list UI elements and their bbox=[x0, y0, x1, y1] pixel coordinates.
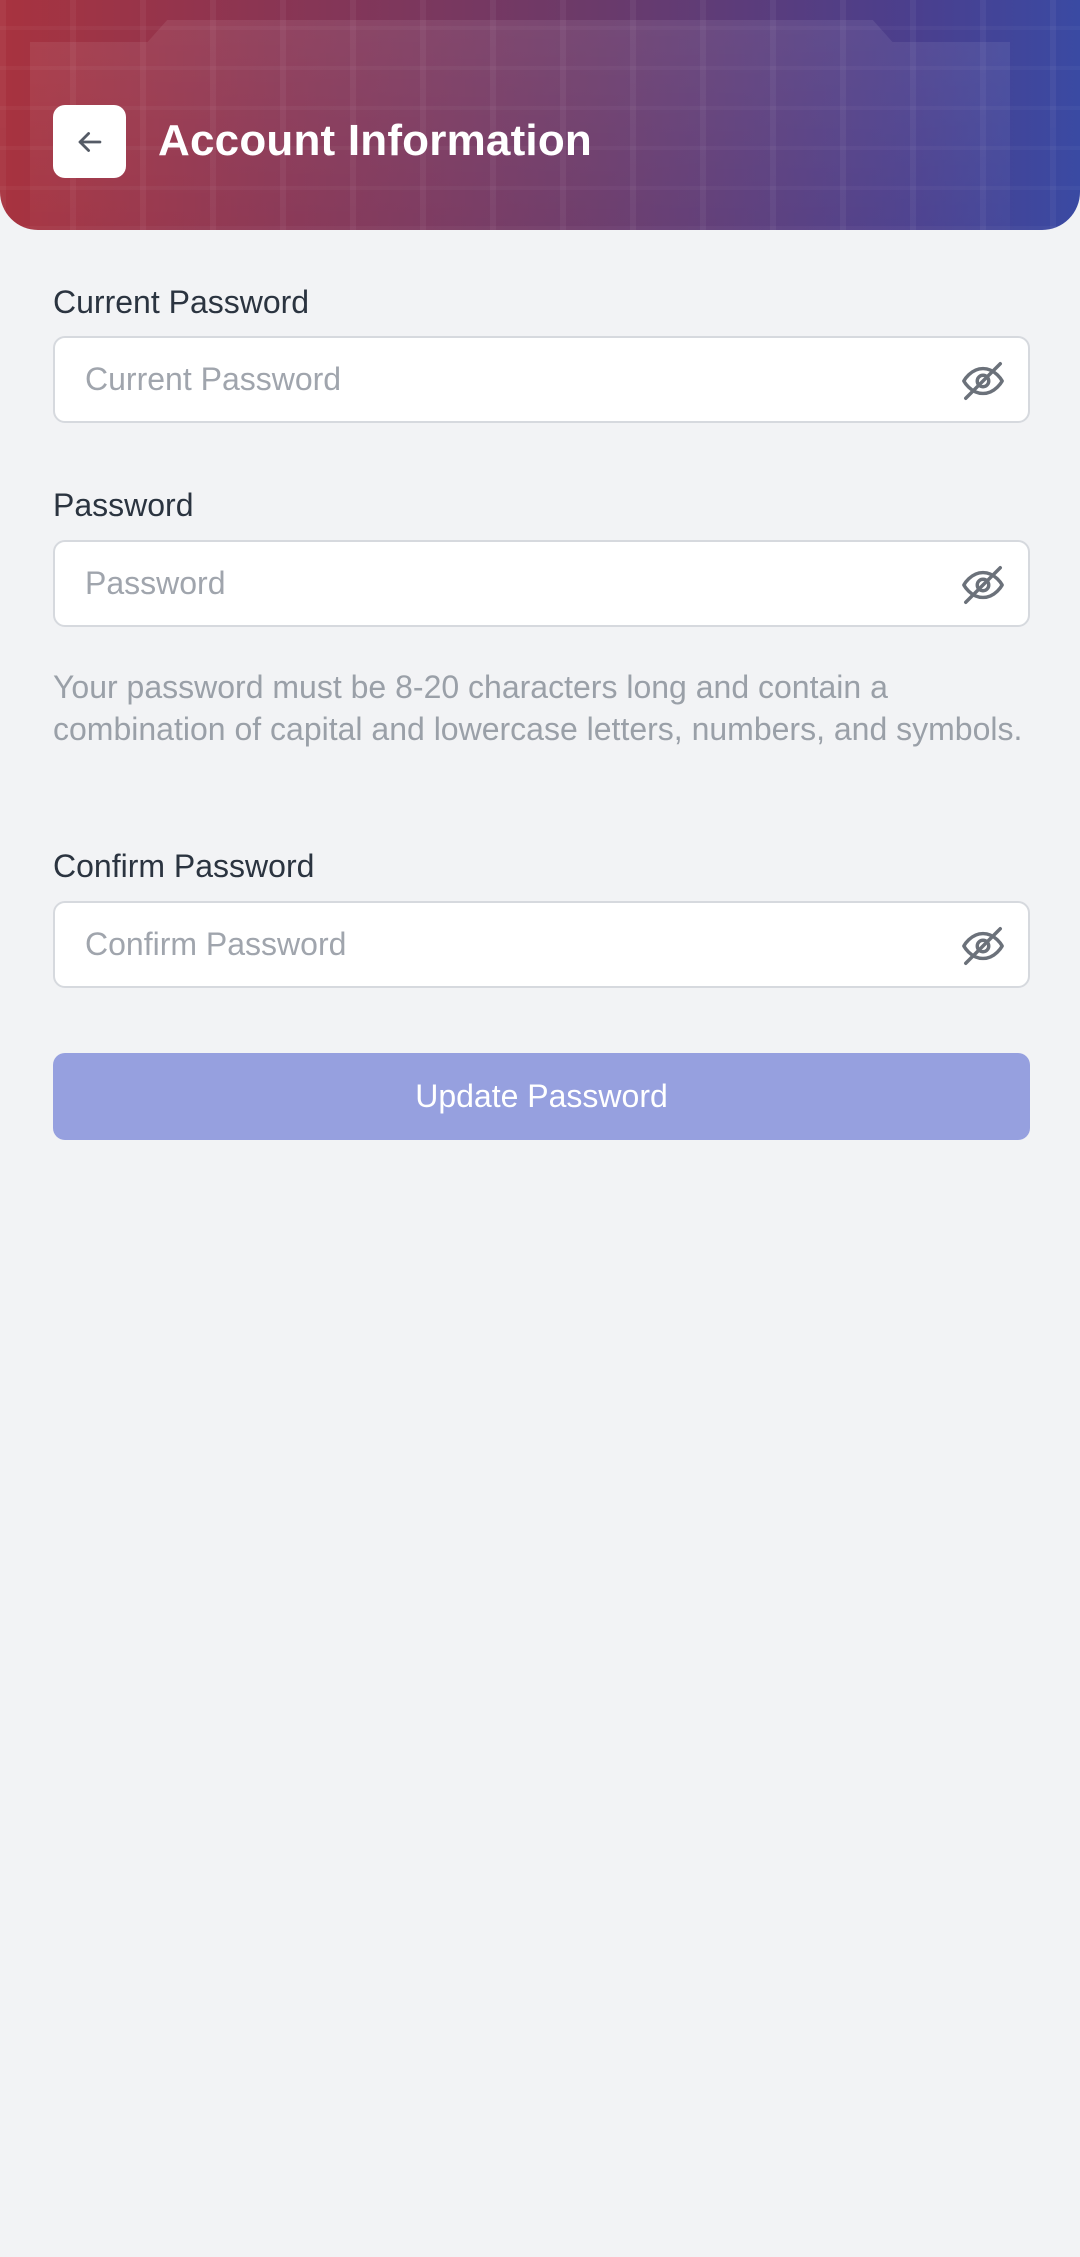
confirm-password-label: Confirm Password bbox=[53, 848, 315, 884]
password-label: Password bbox=[53, 487, 194, 523]
back-button[interactable] bbox=[53, 105, 126, 178]
password-requirements-hint: Your password must be 8-20 characters lo… bbox=[53, 669, 1023, 747]
eye-off-icon[interactable] bbox=[960, 358, 1006, 404]
confirm-password-field[interactable] bbox=[53, 901, 1030, 988]
current-password-field[interactable] bbox=[53, 336, 1030, 423]
update-password-button[interactable]: Update Password bbox=[53, 1053, 1030, 1140]
eye-off-icon[interactable] bbox=[960, 923, 1006, 969]
current-password-label: Current Password bbox=[53, 284, 310, 320]
confirm-password-input[interactable] bbox=[85, 903, 945, 986]
page-title: Account Information bbox=[158, 116, 593, 165]
arrow-left-icon bbox=[78, 131, 101, 152]
current-password-input[interactable] bbox=[85, 338, 945, 421]
eye-off-icon[interactable] bbox=[960, 562, 1006, 608]
header-banner: Account Information bbox=[0, 0, 1080, 230]
password-input[interactable] bbox=[85, 542, 945, 625]
password-field[interactable] bbox=[53, 540, 1030, 627]
